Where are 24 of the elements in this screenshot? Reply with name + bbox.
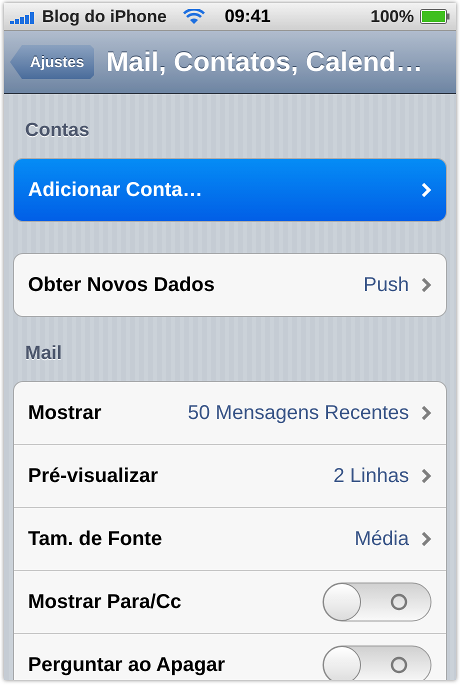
toggle-switch[interactable] [322,582,432,622]
battery-percentage: 100% [370,6,414,26]
settings-row[interactable]: Pré-visualizar 2 Linhas [14,444,446,507]
time-label: 09:41 [224,6,271,27]
settings-row[interactable]: Tam. de Fonte Média [14,507,446,570]
section-header: Contas [24,119,90,143]
row-label: Perguntar ao Apagar [28,654,226,676]
navigation-title: Mail, Contatos, Calend… [106,46,424,78]
chevron-icon [421,531,432,547]
chevron-icon [421,468,432,484]
section-header: Mail [24,342,63,366]
chevron-icon [421,405,432,421]
signal-icon [10,10,36,24]
row-label: Mostrar Para/Cc [28,590,182,614]
settings-row[interactable]: Adicionar Conta… [14,159,446,221]
back-button[interactable]: Ajustes [10,45,94,79]
carrier-name: Blog do iPhone [42,6,167,26]
toggle-switch[interactable] [322,645,432,680]
settings-row[interactable]: Obter Novos Dados Push [14,254,446,316]
battery-icon [420,9,450,24]
chevron-icon [421,277,432,293]
settings-row[interactable]: Mostrar 50 Mensagens Recentes [14,382,446,444]
wifi-icon [182,8,205,24]
chevron-icon [421,182,432,198]
